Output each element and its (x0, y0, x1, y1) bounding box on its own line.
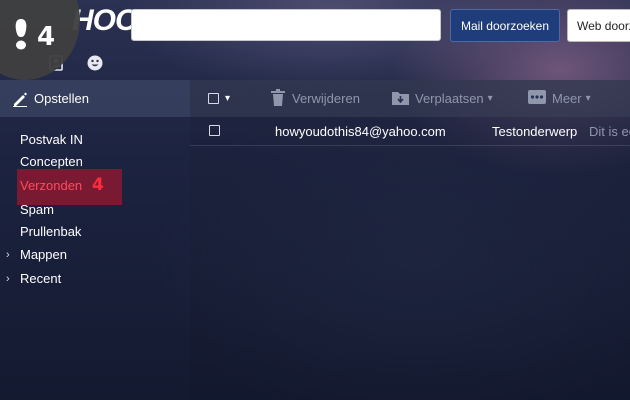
message-toolbar: ▾ Verwijderen Verplaatsen ▾ Meer ▾ (190, 80, 630, 117)
sidebar-item-drafts[interactable]: Concepten (20, 152, 83, 172)
delete-button[interactable]: Verwijderen (270, 80, 360, 117)
sidebar-item-spam[interactable]: Spam (20, 200, 54, 220)
select-all-control[interactable]: ▾ (208, 80, 230, 117)
message-snippet: Dit is ee (589, 124, 630, 139)
search-input[interactable] (131, 9, 441, 41)
table-row[interactable]: howyoudothis84@yahoo.com Testonderwerp D… (190, 117, 630, 146)
trash-icon (270, 88, 286, 109)
search-web-button[interactable]: Web doorzoeken (567, 9, 630, 42)
chevron-right-icon: › (6, 273, 10, 285)
message-subject: Testonderwerp (492, 124, 578, 139)
folder-move-icon (392, 90, 409, 108)
more-button[interactable]: Meer ▾ (528, 80, 591, 117)
compose-button[interactable]: Opstellen (0, 80, 190, 117)
chevron-right-icon: › (6, 249, 10, 261)
recent-label: Recent (20, 271, 62, 286)
delete-label: Verwijderen (292, 91, 360, 106)
step-number: 4 (37, 21, 56, 52)
step-badge-content: 4 (13, 18, 55, 55)
search-mail-button[interactable]: Mail doorzoeken (450, 9, 560, 42)
select-all-checkbox[interactable] (208, 93, 219, 104)
row-checkbox[interactable] (209, 125, 220, 136)
move-button[interactable]: Verplaatsen ▾ (392, 80, 493, 117)
header: HOO! Mail doorzoeken Web doorzoeken (0, 0, 630, 80)
footprint-icon (13, 18, 29, 55)
chevron-down-icon: ▾ (585, 93, 591, 104)
more-label: Meer (552, 91, 582, 106)
more-icon (528, 90, 546, 107)
sent-count-badge: 4 (92, 175, 104, 195)
folders-label: Mappen (20, 247, 67, 262)
pencil-icon (12, 91, 28, 107)
sidebar-item-inbox[interactable]: Postvak IN (20, 130, 83, 150)
sidebar-item-trash[interactable]: Prullenbak (20, 222, 81, 242)
sidebar-item-folders[interactable]: › Mappen (6, 245, 67, 265)
compose-label: Opstellen (34, 91, 89, 106)
chevron-down-icon[interactable]: ▾ (225, 93, 230, 104)
chevron-down-icon: ▾ (487, 93, 493, 104)
smiley-icon[interactable] (86, 54, 104, 72)
move-label: Verplaatsen (415, 91, 484, 106)
sidebar-item-sent[interactable]: Verzonden (20, 176, 82, 196)
message-sender: howyoudothis84@yahoo.com (275, 124, 446, 139)
sidebar-item-recent[interactable]: › Recent (6, 269, 62, 289)
